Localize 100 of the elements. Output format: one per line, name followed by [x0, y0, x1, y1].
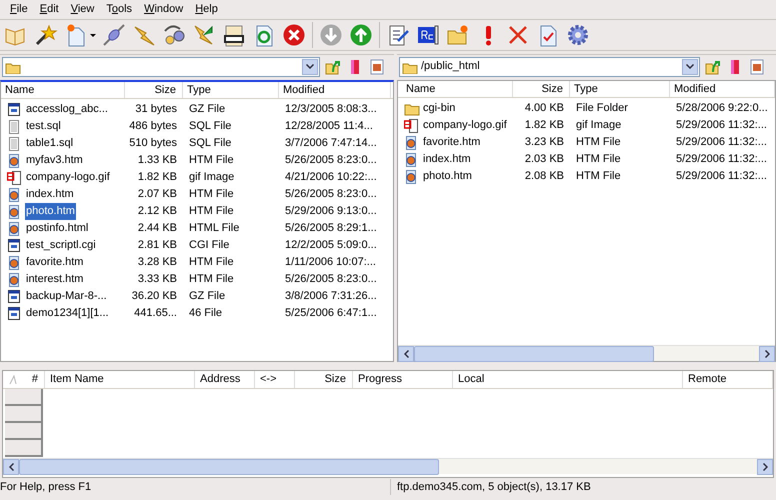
file-row[interactable]: cgi-bin 4.00 KB File Folder 5/28/2006 9:22:0... — [398, 100, 775, 117]
column-header[interactable]: Type — [570, 81, 670, 97]
modified-date: 5/29/2006 11:32:... — [676, 136, 767, 148]
file-name: test_scriptl.cgi — [25, 238, 97, 254]
rename-icon[interactable] — [416, 23, 440, 47]
dropdown-button[interactable] — [302, 58, 318, 74]
scroll-thumb[interactable] — [19, 459, 439, 475]
scroll-left-button[interactable] — [398, 346, 414, 362]
file-row[interactable]: table1.sql 510 bytes SQL File 3/7/2006 7:47:14... — [1, 135, 393, 152]
column-header[interactable]: Remote — [683, 371, 773, 388]
file-name: interest.htm — [25, 272, 84, 288]
file-type: HTML File — [189, 222, 240, 234]
file-name: photo.htm — [25, 203, 76, 220]
file-row[interactable]: myfav3.htm 1.33 KB HTM File 5/26/2005 8:23:0... — [1, 152, 393, 169]
dropdown-arrow-icon[interactable] — [90, 34, 96, 36]
column-header[interactable]: Address — [195, 371, 255, 388]
settings-icon[interactable] — [566, 23, 590, 47]
file-row[interactable]: accesslog_abc... 31 bytes GZ File 12/3/2005 8:08:3... — [1, 101, 393, 118]
picture-document-icon[interactable] — [368, 58, 386, 76]
file-type: SQL File — [189, 120, 232, 132]
file-type: HTM File — [576, 170, 621, 182]
column-header[interactable]: Item Name — [45, 371, 195, 388]
file-type: HTM File — [576, 153, 621, 166]
image-file-icon — [404, 118, 420, 134]
dropdown-button[interactable] — [682, 58, 698, 74]
row-header[interactable] — [5, 389, 43, 406]
scroll-thumb[interactable] — [414, 346, 654, 362]
upload-icon[interactable] — [349, 23, 373, 47]
file-type: HTM File — [189, 154, 234, 166]
file-row[interactable]: company-logo.gif 1.82 KB gif Image 4/21/2006 10:22:... — [1, 169, 393, 186]
menu-item[interactable]: Help — [189, 1, 224, 18]
path-field[interactable] — [2, 56, 320, 76]
file-name: postinfo.html — [25, 221, 90, 236]
modified-date: 12/28/2005 11:4... — [285, 120, 373, 132]
file-type: gif Image — [189, 171, 234, 184]
file-name: favorite.htm — [422, 135, 482, 150]
row-header[interactable] — [5, 423, 43, 440]
file-row[interactable]: test.sql 486 bytes SQL File 12/28/2005 11:4... — [1, 118, 393, 135]
scroll-left-button[interactable] — [3, 459, 19, 475]
file-row[interactable]: favorite.htm 3.28 KB HTM File 1/11/2006 10:07:... — [1, 254, 393, 271]
modified-date: 12/3/2005 8:08:3... — [285, 103, 377, 116]
menu-item[interactable]: View — [64, 1, 100, 18]
file-row[interactable]: postinfo.html 2.44 KB HTML File 5/26/2005 8:29:1... — [1, 220, 393, 237]
menu-item[interactable]: Edit — [34, 1, 65, 18]
menu-item[interactable]: File — [4, 1, 34, 18]
file-icon — [7, 102, 23, 118]
stop-icon[interactable] — [282, 23, 306, 47]
horizontal-scrollbar[interactable] — [3, 458, 773, 474]
file-row[interactable]: index.htm 2.07 KB HTM File 5/26/2005 8:23:0... — [1, 186, 393, 203]
menu-item[interactable]: Window — [138, 1, 190, 18]
file-row[interactable]: photo.htm 2.08 KB HTM File 5/29/2006 11:32:... — [398, 168, 775, 185]
file-row[interactable]: test_scriptl.cgi 2.81 KB CGI File 12/2/2005 5:09:0... — [1, 237, 393, 254]
cable-icon[interactable] — [162, 23, 186, 47]
file-name: index.htm — [25, 187, 75, 202]
file-row[interactable]: photo.htm 2.12 KB HTM File 5/29/2006 9:13:0... — [1, 203, 393, 220]
modified-date: 5/29/2006 11:32:... — [676, 119, 767, 132]
column-header[interactable]: Name — [1, 82, 125, 98]
file-size: 36.20 KB — [132, 290, 177, 302]
column-header[interactable]: Modified — [670, 81, 775, 97]
path-field[interactable]: /public_html — [399, 56, 700, 76]
column-header[interactable]: Progress — [353, 371, 453, 388]
new-folder-icon[interactable] — [446, 23, 470, 47]
modified-date: 1/11/2006 10:07:... — [285, 256, 376, 268]
scroll-right-button[interactable] — [759, 346, 775, 362]
scroll-right-button[interactable] — [757, 459, 773, 475]
picture-document-icon[interactable] — [748, 58, 766, 76]
column-header[interactable]: Size — [513, 81, 570, 97]
file-name: company-logo.gif — [422, 118, 508, 134]
menu-item[interactable]: Tools — [100, 1, 138, 18]
file-size: 2.03 KB — [524, 153, 564, 166]
file-icon — [7, 288, 23, 304]
chevron-left-icon — [8, 463, 14, 471]
horizontal-scrollbar[interactable] — [398, 345, 775, 361]
plug-icon[interactable] — [102, 23, 126, 47]
file-name: photo.htm — [422, 169, 473, 184]
column-header[interactable]: Type — [183, 82, 279, 98]
file-row[interactable]: backup-Mar-8-... 36.20 KB GZ File 3/8/2006 7:31:26... — [1, 288, 393, 305]
file-type: SQL File — [189, 137, 232, 150]
file-row[interactable]: favorite.htm 3.23 KB HTM File 5/29/2006 11:32:... — [398, 134, 775, 151]
file-row[interactable]: demo1234[1][1... 441.65... 46 File 5/25/2006 6:47:1... — [1, 305, 393, 322]
modified-date: 5/28/2006 9:22:0... — [676, 102, 768, 114]
column-header[interactable]: Size — [125, 82, 183, 98]
modified-date: 5/29/2006 11:32:... — [676, 170, 767, 182]
column-header[interactable]: Local — [453, 371, 683, 388]
file-name: index.htm — [422, 152, 472, 168]
file-row[interactable]: company-logo.gif 1.82 KB gif Image 5/29/2006 11:32:... — [398, 117, 775, 134]
modified-date: 5/26/2005 8:23:0... — [285, 188, 377, 200]
download-icon[interactable] — [319, 23, 343, 47]
file-row[interactable]: interest.htm 3.33 KB HTM File 5/26/2005 8:23:0... — [1, 271, 393, 288]
column-header[interactable]: # — [18, 371, 45, 388]
file-icon — [7, 238, 23, 254]
column-header[interactable]: Modified — [279, 82, 391, 98]
file-row[interactable]: index.htm 2.03 KB HTM File 5/29/2006 11:32:... — [398, 151, 775, 168]
column-header[interactable]: Name — [398, 81, 513, 97]
modified-date: 5/29/2006 9:13:0... — [285, 205, 377, 218]
file-size: 486 bytes — [129, 120, 177, 132]
magic-wand-icon[interactable] — [34, 23, 58, 47]
column-header[interactable]: Size — [295, 371, 353, 388]
column-header[interactable]: <-> — [255, 371, 295, 388]
row-header[interactable] — [5, 406, 43, 423]
